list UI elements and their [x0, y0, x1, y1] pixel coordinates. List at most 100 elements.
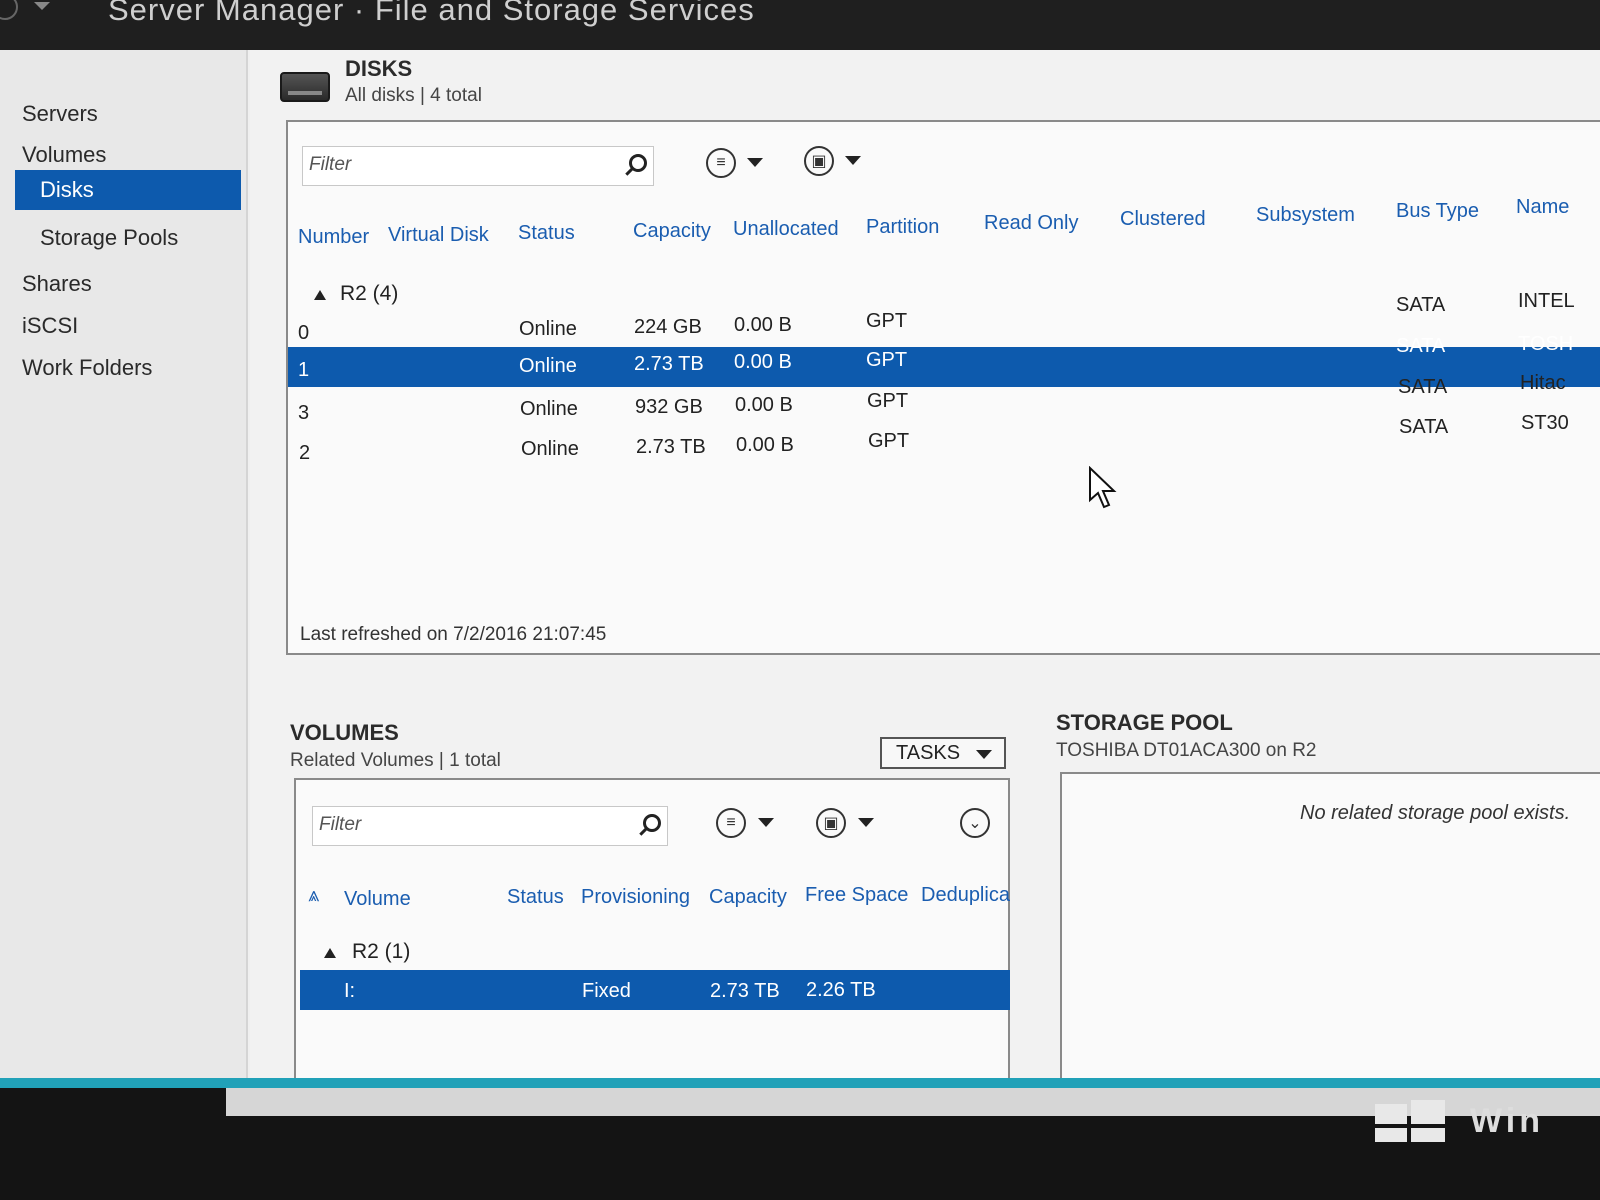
sort-icon[interactable]: ⩓: [308, 884, 319, 907]
disk-unallocated: 0.00 B: [736, 434, 794, 456]
disks-filter-box: [302, 146, 654, 186]
chevron-down-icon: [976, 750, 992, 759]
col-read-only[interactable]: Read Only: [984, 212, 1079, 235]
collapse-icon[interactable]: [314, 290, 326, 300]
disk-unallocated: 0.00 B: [734, 351, 792, 373]
taskbar: [0, 1088, 1600, 1200]
save-icon[interactable]: ▣: [804, 146, 834, 176]
disk-capacity: 932 GB: [635, 396, 703, 418]
col-subsystem[interactable]: Subsystem: [1256, 204, 1355, 227]
disk-number: 1: [298, 359, 310, 381]
volumes-title: VOLUMES: [290, 720, 399, 745]
chevron-down-icon[interactable]: [845, 156, 861, 165]
disk-icon: [280, 72, 330, 102]
disk-status: Online: [519, 355, 577, 377]
list-view-icon[interactable]: ≡: [716, 808, 746, 838]
sidebar-item-storage-pools[interactable]: Storage Pools: [0, 218, 246, 258]
expand-icon[interactable]: ⌄: [960, 808, 990, 838]
storage-pool-empty-message: No related storage pool exists.: [1300, 802, 1571, 824]
disk-bus-type: SATA: [1396, 294, 1446, 316]
chevron-down-icon[interactable]: [858, 818, 874, 827]
main-content: DISKS All disks | 4 total ≡ ▣ Number Vir…: [250, 50, 1600, 1100]
table-row-selected[interactable]: I: Fixed 2.73 TB 2.26 TB: [300, 970, 1010, 1010]
server-manager-window: Servers Volumes Disks Storage Pools Shar…: [0, 50, 1600, 1100]
volume-capacity: 2.73 TB: [710, 980, 780, 1002]
disk-status: Online: [520, 398, 578, 420]
sidebar-item-disks[interactable]: Disks: [15, 170, 241, 210]
storage-pool-panel: No related storage pool exists.: [1060, 772, 1600, 1100]
sidebar-item-shares[interactable]: Shares: [0, 264, 246, 304]
volume-letter: I:: [344, 980, 356, 1002]
tasks-label: TASKS: [896, 741, 961, 764]
disk-capacity: 224 GB: [634, 316, 702, 338]
chevron-down-icon[interactable]: [34, 2, 50, 10]
disks-title: DISKS: [345, 56, 413, 81]
disk-number: 2: [299, 442, 311, 464]
search-icon[interactable]: [643, 814, 661, 832]
volumes-subtitle: Related Volumes | 1 total: [290, 750, 501, 771]
disks-filter-input[interactable]: [303, 147, 603, 183]
app-title: Server Manager · File and Storage Servic…: [108, 0, 755, 27]
disk-name: Hitac: [1520, 372, 1566, 394]
disk-bus-type: SATA: [1399, 416, 1449, 438]
col-vol-status[interactable]: Status: [507, 886, 564, 909]
volume-provisioning: Fixed: [582, 980, 631, 1002]
list-view-icon[interactable]: ≡: [706, 148, 736, 178]
chevron-down-icon[interactable]: [758, 818, 774, 827]
col-free-space[interactable]: Free Space: [805, 884, 908, 907]
col-provisioning[interactable]: Provisioning: [581, 886, 690, 909]
disks-group-label: R2 (4): [340, 282, 399, 305]
storage-pool-title: STORAGE POOL: [1056, 710, 1233, 735]
search-icon[interactable]: [629, 154, 647, 172]
disk-unallocated: 0.00 B: [734, 314, 792, 336]
disk-capacity: 2.73 TB: [636, 436, 706, 458]
volumes-panel: ≡ ▣ ⌄ ⩓ Volume Status Provisioning Capac…: [294, 778, 1010, 1100]
disk-status: Online: [521, 438, 579, 460]
sidebar-item-iscsi[interactable]: iSCSI: [0, 306, 246, 346]
disk-capacity: 2.73 TB: [634, 353, 704, 375]
chevron-down-icon[interactable]: [747, 158, 763, 167]
disk-partition: GPT: [866, 310, 908, 332]
volumes-filter-input[interactable]: [313, 807, 613, 843]
col-virtual-disk[interactable]: Virtual Disk: [388, 224, 489, 247]
storage-pool-subtitle: TOSHIBA DT01ACA300 on R2: [1056, 740, 1317, 761]
disks-panel: ≡ ▣ Number Virtual Disk Status Capacity …: [286, 120, 1600, 655]
col-bus-type[interactable]: Bus Type: [1396, 200, 1479, 223]
collapse-icon[interactable]: [324, 948, 336, 958]
col-number[interactable]: Number: [298, 226, 369, 249]
disk-status: Online: [519, 318, 577, 340]
disks-subtitle: All disks | 4 total: [345, 85, 482, 106]
col-deduplication[interactable]: Deduplica: [921, 884, 1010, 907]
disk-number: 0: [298, 322, 310, 344]
disk-partition: GPT: [867, 390, 909, 412]
disk-name: ST30: [1521, 412, 1569, 434]
disk-name: INTEL: [1518, 290, 1575, 312]
col-vol-capacity[interactable]: Capacity: [709, 886, 787, 909]
col-volume[interactable]: Volume: [344, 888, 411, 911]
volume-free-space: 2.26 TB: [806, 979, 876, 1001]
disks-last-refreshed: Last refreshed on 7/2/2016 21:07:45: [300, 624, 607, 645]
accent-bar: [0, 1078, 1600, 1088]
disk-unallocated: 0.00 B: [735, 394, 793, 416]
disk-bus-type: SATA: [1396, 335, 1446, 357]
col-name[interactable]: Name: [1516, 196, 1569, 219]
col-capacity[interactable]: Capacity: [633, 220, 711, 243]
disk-number: 3: [298, 402, 310, 424]
volumes-group-label: R2 (1): [352, 940, 411, 963]
col-clustered[interactable]: Clustered: [1120, 208, 1206, 231]
sidebar: Servers Volumes Disks Storage Pools Shar…: [0, 50, 248, 1100]
back-button[interactable]: [0, 0, 18, 20]
tasks-dropdown[interactable]: TASKS: [880, 737, 1006, 769]
disk-partition: GPT: [866, 349, 908, 371]
sidebar-item-servers[interactable]: Servers: [0, 94, 246, 134]
sidebar-item-work-folders[interactable]: Work Folders: [0, 348, 246, 388]
save-icon[interactable]: ▣: [816, 808, 846, 838]
col-partition[interactable]: Partition: [866, 216, 939, 239]
windows-logo-icon: [1375, 1092, 1445, 1142]
disk-partition: GPT: [868, 430, 910, 452]
col-unallocated[interactable]: Unallocated: [733, 218, 839, 241]
brand-text: Win: [1470, 1102, 1545, 1140]
sidebar-item-volumes[interactable]: Volumes: [0, 135, 246, 175]
col-status[interactable]: Status: [518, 222, 575, 245]
volumes-filter-box: [312, 806, 668, 846]
